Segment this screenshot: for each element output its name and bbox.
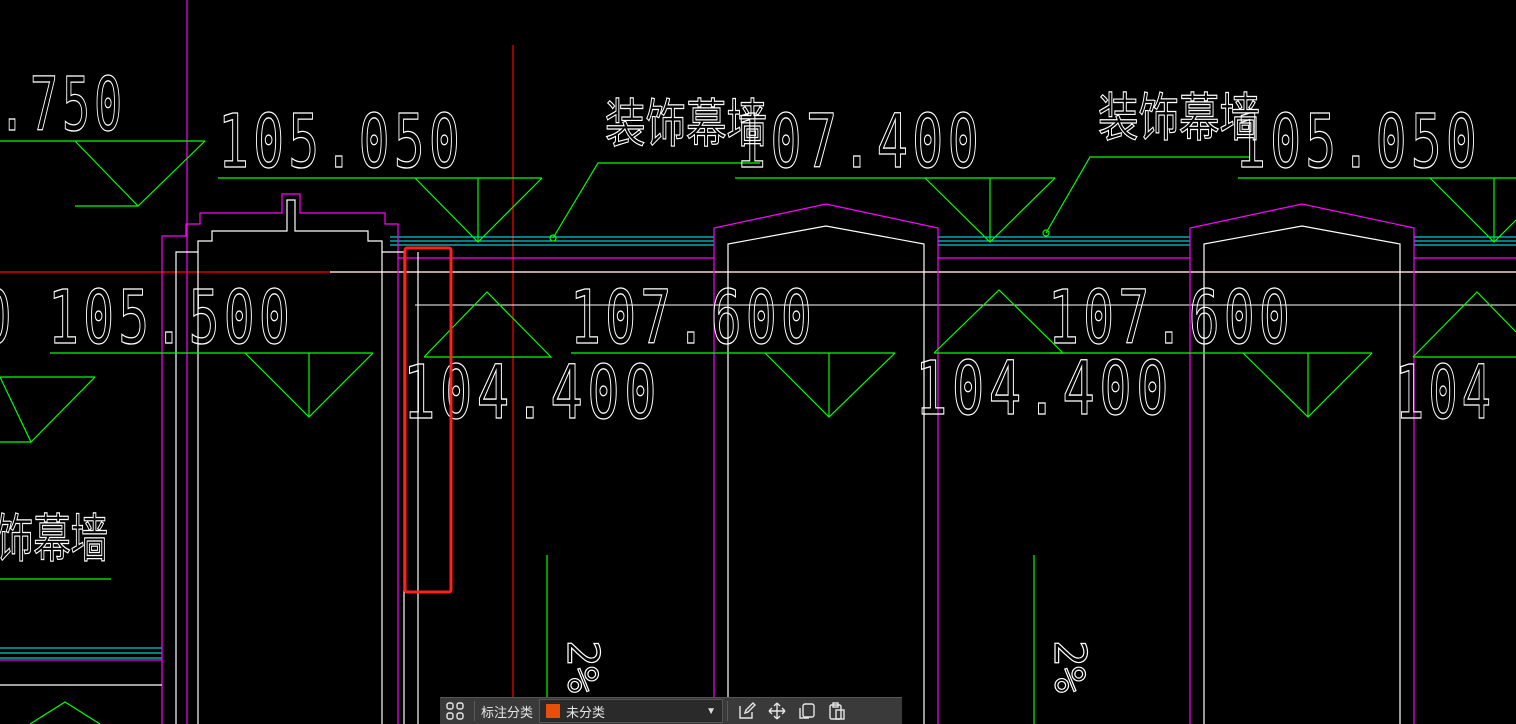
category-label: 标注分类 (481, 704, 534, 720)
elevation-mid-1: 0 (0, 275, 16, 361)
curtain-wall-label-1: 装饰幕墙 (605, 95, 767, 155)
elevation-top-4: 105.050 (1235, 99, 1481, 185)
elevation-low-1: 104.400 (403, 350, 661, 436)
slope-label-1: 2% (557, 640, 608, 693)
move-icon[interactable] (765, 699, 789, 723)
elevation-top-2: 105.050 (218, 99, 464, 185)
elevation-top-1: .750 (0, 62, 126, 148)
chevron-down-icon: ▼ (706, 705, 717, 717)
edit-icon[interactable] (735, 699, 759, 723)
copy-icon[interactable] (795, 699, 819, 723)
curtain-wall-label-3: 饰幕墙 (0, 510, 108, 570)
elevation-low-2: 104.400 (915, 346, 1173, 432)
grid-icon[interactable] (443, 699, 467, 723)
elevation-low-3: 104 (1395, 350, 1495, 436)
toolbar-divider-2 (727, 701, 729, 721)
slope-labels: 2% 2% (556, 639, 1095, 693)
category-dropdown[interactable]: 未分类 ▼ (539, 699, 724, 723)
curtain-wall-label-2: 装饰幕墙 (1098, 89, 1260, 149)
elevation-top-3: 107.400 (735, 99, 983, 185)
elevation-mid-3: 107.600 (570, 275, 816, 361)
annotation-toolbar: 标注分类 未分类 ▼ (440, 697, 902, 724)
elevation-mid-2: 105.500 (48, 275, 294, 361)
cad-drawing-canvas[interactable]: .750 105.050 107.400 105.050 0 105.500 1… (0, 0, 1516, 724)
category-value: 未分类 (566, 704, 606, 720)
category-color-swatch (546, 704, 561, 718)
toolbar-divider (474, 701, 475, 721)
paste-icon[interactable] (825, 699, 849, 723)
wall-outlines (0, 193, 1516, 724)
slope-label-2: 2% (1044, 640, 1095, 693)
